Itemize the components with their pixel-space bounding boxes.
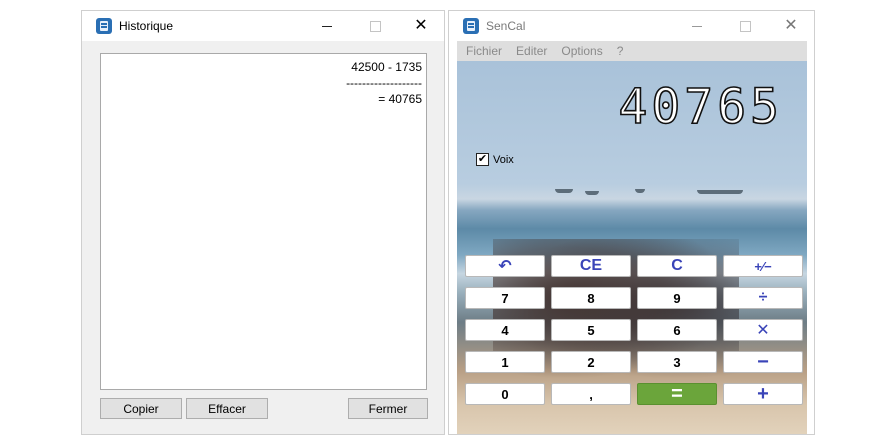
history-window: Historique ✕ 42500 - 1735 --------------… (81, 10, 445, 435)
calculator-window-title: SenCal (486, 19, 526, 33)
eight-key[interactable]: 8 (551, 287, 631, 309)
clear-key[interactable]: C (637, 255, 717, 277)
boat (555, 189, 573, 193)
voice-option[interactable]: ✔ Voix (476, 153, 514, 166)
maximize-button[interactable] (722, 11, 768, 41)
boat (635, 189, 645, 193)
beach-background: 40765 ✔ Voix ↶ CE C +∕− 7 8 9 ÷ 4 5 6 ✕ … (457, 61, 807, 434)
close-history-button[interactable]: Fermer (348, 398, 428, 419)
voice-label: Voix (493, 153, 514, 166)
history-separator: ------------------- (346, 76, 422, 90)
maximize-button[interactable] (352, 11, 398, 41)
history-result: = 40765 (378, 92, 422, 106)
seven-key[interactable]: 7 (465, 287, 545, 309)
boat (697, 190, 743, 194)
calculator-display: 40765 (618, 79, 783, 135)
menu-editer[interactable]: Editer (516, 44, 547, 58)
plus-minus-key[interactable]: +∕− (723, 255, 803, 277)
menu-bar: Fichier Editer Options ? (457, 41, 807, 61)
boat (585, 191, 599, 195)
minus-key[interactable]: − (723, 351, 803, 373)
six-key[interactable]: 6 (637, 319, 717, 341)
voice-checkbox[interactable]: ✔ (476, 153, 489, 166)
history-titlebar: Historique ✕ (82, 11, 444, 41)
minimize-icon (322, 25, 332, 27)
backspace-key[interactable]: ↶ (465, 255, 545, 277)
calculator-titlebar: SenCal ✕ (449, 11, 814, 41)
multiply-key[interactable]: ✕ (723, 319, 803, 341)
plus-key[interactable]: + (723, 383, 803, 405)
copy-button[interactable]: Copier (100, 398, 182, 419)
minimize-button[interactable] (304, 11, 350, 41)
history-textbox[interactable]: 42500 - 1735 ------------------- = 40765 (100, 53, 427, 390)
app-icon (96, 18, 112, 34)
history-window-title: Historique (119, 19, 174, 33)
two-key[interactable]: 2 (551, 351, 631, 373)
four-key[interactable]: 4 (465, 319, 545, 341)
divide-key[interactable]: ÷ (723, 287, 803, 309)
calculator-window: SenCal ✕ Fichier Editer Options ? 40765 … (448, 10, 815, 435)
menu-options[interactable]: Options (561, 44, 602, 58)
equals-key[interactable]: = (637, 383, 717, 405)
five-key[interactable]: 5 (551, 319, 631, 341)
close-icon: ✕ (784, 17, 798, 34)
menu-help[interactable]: ? (617, 44, 624, 58)
maximize-icon (739, 20, 751, 32)
nine-key[interactable]: 9 (637, 287, 717, 309)
app-icon (463, 18, 479, 34)
clear-entry-key[interactable]: CE (551, 255, 631, 277)
close-button[interactable]: ✕ (398, 11, 444, 41)
minimize-button[interactable] (674, 11, 720, 41)
three-key[interactable]: 3 (637, 351, 717, 373)
comma-key[interactable]: , (551, 383, 631, 405)
zero-key[interactable]: 0 (465, 383, 545, 405)
minimize-icon (692, 25, 702, 27)
close-icon: ✕ (414, 17, 428, 34)
maximize-icon (369, 20, 381, 32)
menu-fichier[interactable]: Fichier (466, 44, 502, 58)
close-button[interactable]: ✕ (768, 11, 814, 41)
undo-icon: ↶ (498, 258, 512, 275)
one-key[interactable]: 1 (465, 351, 545, 373)
clear-button[interactable]: Effacer (186, 398, 268, 419)
history-expression: 42500 - 1735 (351, 60, 422, 74)
